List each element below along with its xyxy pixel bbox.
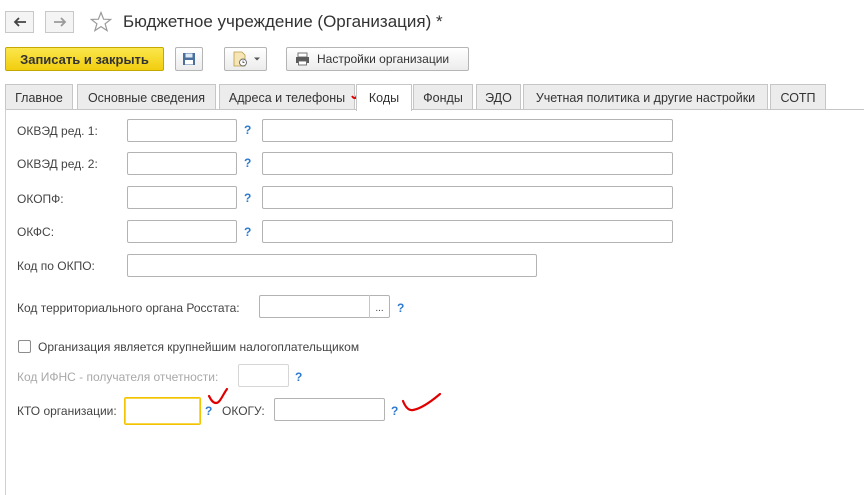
tab-accounting-policy[interactable]: Учетная политика и другие настройки <box>523 84 768 110</box>
tab-basic-info[interactable]: Основные сведения <box>77 84 216 110</box>
okfs-help-icon[interactable]: ? <box>244 225 251 239</box>
red-check-annotation-okogu <box>401 392 442 412</box>
tab-sotp[interactable]: СОТП <box>770 84 826 110</box>
document-history-icon <box>233 51 247 67</box>
printer-icon <box>296 52 309 66</box>
okved2-code-input[interactable] <box>127 152 237 175</box>
okogu-help-icon[interactable]: ? <box>391 404 398 418</box>
ifns-label: Код ИФНС - получателя отчетности: <box>17 370 219 384</box>
chevron-down-icon <box>254 57 260 61</box>
kto-label: КТО организации: <box>17 404 117 418</box>
okved1-label: ОКВЭД ред. 1: <box>17 124 98 138</box>
save-button[interactable] <box>175 47 203 71</box>
okogu-label: ОКОГУ: <box>222 404 265 418</box>
okved1-code-input[interactable] <box>127 119 237 142</box>
okfs-label: ОКФС: <box>17 225 55 239</box>
star-icon <box>89 10 113 32</box>
forward-button[interactable] <box>45 11 74 33</box>
window-title: Бюджетное учреждение (Организация) * <box>123 12 443 31</box>
kto-input[interactable] <box>124 397 201 425</box>
kto-help-icon[interactable]: ? <box>205 404 212 418</box>
save-and-close-button[interactable]: Записать и закрыть <box>5 47 164 71</box>
organization-settings-button[interactable]: Настройки организации <box>286 47 469 71</box>
rosstat-select-button[interactable]: ... <box>369 295 389 318</box>
okopf-description-input[interactable] <box>262 186 673 209</box>
okved2-description-input[interactable] <box>262 152 673 175</box>
floppy-disk-icon <box>183 53 195 65</box>
okopf-code-input[interactable] <box>127 186 237 209</box>
tab-addresses-phones[interactable]: Адреса и телефоны <box>219 84 355 110</box>
okopf-help-icon[interactable]: ? <box>244 191 251 205</box>
tab-panel-left-border <box>5 109 6 495</box>
ifns-input[interactable] <box>238 364 289 387</box>
rosstat-help-icon[interactable]: ? <box>397 301 404 315</box>
okpo-label: Код по ОКПО: <box>17 259 95 273</box>
okved2-help-icon[interactable]: ? <box>244 156 251 170</box>
okved1-help-icon[interactable]: ? <box>244 123 251 137</box>
tab-edo[interactable]: ЭДО <box>476 84 521 110</box>
ifns-help-icon[interactable]: ? <box>295 370 302 384</box>
arrow-left-icon <box>13 17 26 27</box>
arrow-right-icon <box>53 17 66 27</box>
okved2-label: ОКВЭД ред. 2: <box>17 157 98 171</box>
tab-codes[interactable]: Коды <box>356 84 412 111</box>
okfs-code-input[interactable] <box>127 220 237 243</box>
largest-taxpayer-checkbox[interactable] <box>18 340 31 353</box>
tab-panel-border <box>5 109 864 110</box>
favorite-star-button[interactable] <box>89 10 113 35</box>
okfs-description-input[interactable] <box>262 220 673 243</box>
history-dropdown-button[interactable] <box>224 47 267 71</box>
organization-settings-label: Настройки организации <box>317 52 450 66</box>
back-button[interactable] <box>5 11 34 33</box>
okopf-label: ОКОПФ: <box>17 192 64 206</box>
okpo-input[interactable] <box>127 254 537 277</box>
rosstat-input[interactable]: ... <box>259 295 390 318</box>
tab-bar: Главное Основные сведения Адреса и телеф… <box>5 84 836 111</box>
tab-main[interactable]: Главное <box>5 84 73 110</box>
okogu-input[interactable] <box>274 398 385 421</box>
largest-taxpayer-label: Организация является крупнейшим налогопл… <box>38 340 360 354</box>
okved1-description-input[interactable] <box>262 119 673 142</box>
tab-funds[interactable]: Фонды <box>413 84 473 110</box>
rosstat-label: Код территориального органа Росстата: <box>17 301 240 315</box>
